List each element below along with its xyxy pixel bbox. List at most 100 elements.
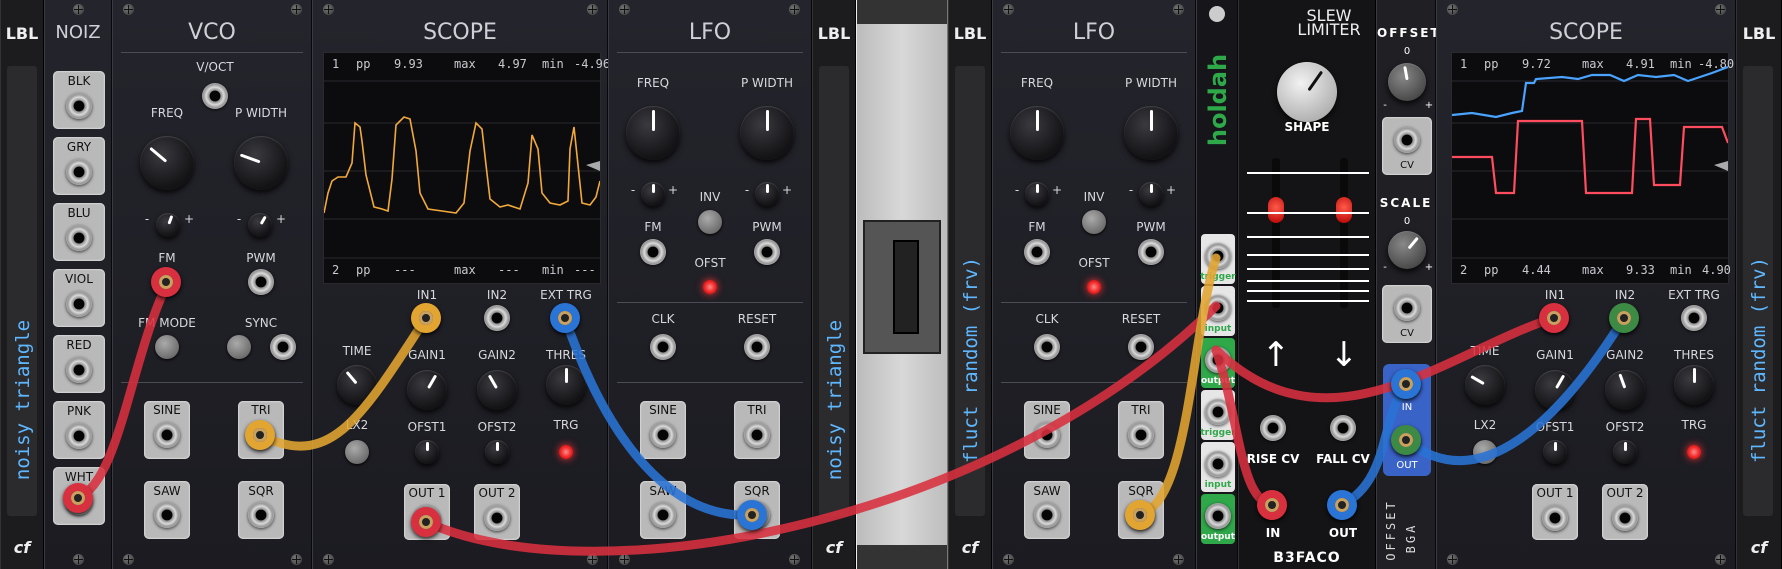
fall-slider-track[interactable] — [1340, 158, 1348, 308]
sine-output-jack[interactable] — [650, 422, 676, 448]
ext-trg-jack[interactable] — [1681, 305, 1707, 331]
shape-knob[interactable] — [1277, 62, 1337, 122]
fm-jack[interactable] — [1024, 239, 1050, 265]
cable-plug[interactable] — [1125, 500, 1155, 530]
freq-knob[interactable] — [626, 106, 680, 160]
out1-jack[interactable] — [1542, 505, 1568, 531]
noise-output-jack-gry[interactable] — [66, 159, 92, 185]
cable-plug[interactable] — [1391, 369, 1421, 399]
pwm-jack[interactable] — [754, 239, 780, 265]
freq-knob[interactable] — [140, 136, 194, 190]
inv-button[interactable] — [1082, 210, 1106, 234]
rise-cv-jack[interactable] — [1260, 415, 1286, 441]
saw-output-jack[interactable] — [1034, 502, 1060, 528]
ofst2-knob[interactable] — [1613, 440, 1637, 464]
lbl-text[interactable]: fluct random (frv) — [960, 257, 982, 463]
pwm-attenuator-knob[interactable] — [1139, 182, 1163, 206]
pwm-jack[interactable] — [1138, 239, 1164, 265]
reset-jack[interactable] — [1128, 334, 1154, 360]
thres-knob[interactable] — [546, 365, 586, 405]
lx2-button[interactable] — [345, 440, 369, 464]
trg-led[interactable] — [1687, 445, 1701, 459]
rise-slider[interactable] — [1268, 197, 1284, 223]
cable-plug[interactable] — [1257, 490, 1287, 520]
sine-output-jack[interactable] — [154, 422, 180, 448]
fall-cv-jack[interactable] — [1330, 415, 1356, 441]
pwidth-knob[interactable] — [234, 136, 288, 190]
time-knob[interactable] — [337, 365, 377, 405]
ofst-led[interactable] — [703, 280, 717, 294]
scale-knob[interactable] — [1388, 231, 1426, 269]
sync-button[interactable] — [227, 335, 251, 359]
pwidth-knob[interactable] — [1124, 106, 1178, 160]
freq-knob[interactable] — [1010, 106, 1064, 160]
cable-plug[interactable] — [1609, 303, 1639, 333]
scope-display[interactable]: 1 pp 9.72 max 4.91 min -4.80 2 pp 4.44 m… — [1451, 52, 1734, 284]
pwm-jack[interactable] — [248, 269, 274, 295]
voct-jack[interactable] — [202, 83, 228, 109]
pwidth-knob[interactable] — [740, 106, 794, 160]
holdah-output-jack[interactable] — [1205, 503, 1231, 529]
offset-cv-jack[interactable] — [1394, 127, 1420, 153]
noise-output-jack-viol[interactable] — [66, 291, 92, 317]
cable-plug[interactable] — [737, 500, 767, 530]
thres-knob[interactable] — [1674, 365, 1714, 405]
cable-plug[interactable] — [411, 303, 441, 333]
cable-plug[interactable] — [550, 303, 580, 333]
noise-output-jack-blu[interactable] — [66, 225, 92, 251]
sqr-output-jack[interactable] — [248, 502, 274, 528]
saw-output-jack[interactable] — [650, 502, 676, 528]
tri-output-jack[interactable] — [1128, 422, 1154, 448]
in2-jack[interactable] — [484, 305, 510, 331]
pwm-attenuator-knob[interactable] — [755, 182, 779, 206]
offset-knob[interactable] — [1388, 63, 1426, 101]
scope-display[interactable]: 1 pp 9.93 max 4.97 min -4.96 2 pp --- ma… — [323, 52, 610, 284]
gain2-knob[interactable] — [477, 370, 517, 410]
cable-plug[interactable] — [151, 267, 181, 297]
tri-output-jack[interactable] — [744, 422, 770, 448]
noise-output-jack-blk[interactable] — [66, 93, 92, 119]
holdah-output-jack[interactable] — [1205, 347, 1231, 373]
ofst-led[interactable] — [1087, 280, 1101, 294]
fm-attenuator-knob[interactable] — [156, 213, 180, 237]
time-knob[interactable] — [1465, 365, 1505, 405]
fm-jack[interactable] — [640, 239, 666, 265]
reset-jack[interactable] — [744, 334, 770, 360]
noise-output-jack-red[interactable] — [66, 357, 92, 383]
out2-jack[interactable] — [1612, 505, 1638, 531]
fm-mode-button[interactable] — [155, 335, 179, 359]
holdah-input-jack[interactable] — [1205, 451, 1231, 477]
ofst2-knob[interactable] — [485, 440, 509, 464]
noise-output-jack-pnk[interactable] — [66, 423, 92, 449]
scale-cv-jack[interactable] — [1394, 295, 1420, 321]
cable-plug[interactable] — [245, 420, 275, 450]
rise-slider-track[interactable] — [1272, 158, 1280, 308]
sync-jack[interactable] — [270, 334, 296, 360]
sine-output-jack[interactable] — [1034, 422, 1060, 448]
ofst1-knob[interactable] — [1543, 440, 1567, 464]
holdah-trigger-jack[interactable] — [1205, 399, 1231, 425]
gain1-knob[interactable] — [407, 370, 447, 410]
cable-plug[interactable] — [1391, 425, 1421, 455]
fm-attenuator-knob[interactable] — [641, 182, 665, 206]
trg-led[interactable] — [559, 445, 573, 459]
saw-output-jack[interactable] — [154, 502, 180, 528]
holdah-input-jack[interactable] — [1205, 295, 1231, 321]
gain2-knob[interactable] — [1605, 370, 1645, 410]
gain1-knob[interactable] — [1535, 370, 1575, 410]
clk-jack[interactable] — [1034, 334, 1060, 360]
cable-plug[interactable] — [1539, 303, 1569, 333]
holdah-trigger-jack[interactable] — [1205, 243, 1231, 269]
pwm-attenuator-knob[interactable] — [248, 213, 272, 237]
cable-plug[interactable] — [63, 483, 93, 513]
out2-jack[interactable] — [484, 505, 510, 531]
lbl-text[interactable]: noisy triangle — [824, 320, 846, 480]
fall-slider[interactable] — [1336, 197, 1352, 223]
lx2-button[interactable] — [1473, 440, 1497, 464]
fm-attenuator-knob[interactable] — [1025, 182, 1049, 206]
ofst1-knob[interactable] — [415, 440, 439, 464]
lbl-text[interactable]: noisy triangle — [12, 320, 34, 480]
lbl-text[interactable]: fluct random (frv) — [1748, 257, 1770, 463]
inv-button[interactable] — [698, 210, 722, 234]
clk-jack[interactable] — [650, 334, 676, 360]
